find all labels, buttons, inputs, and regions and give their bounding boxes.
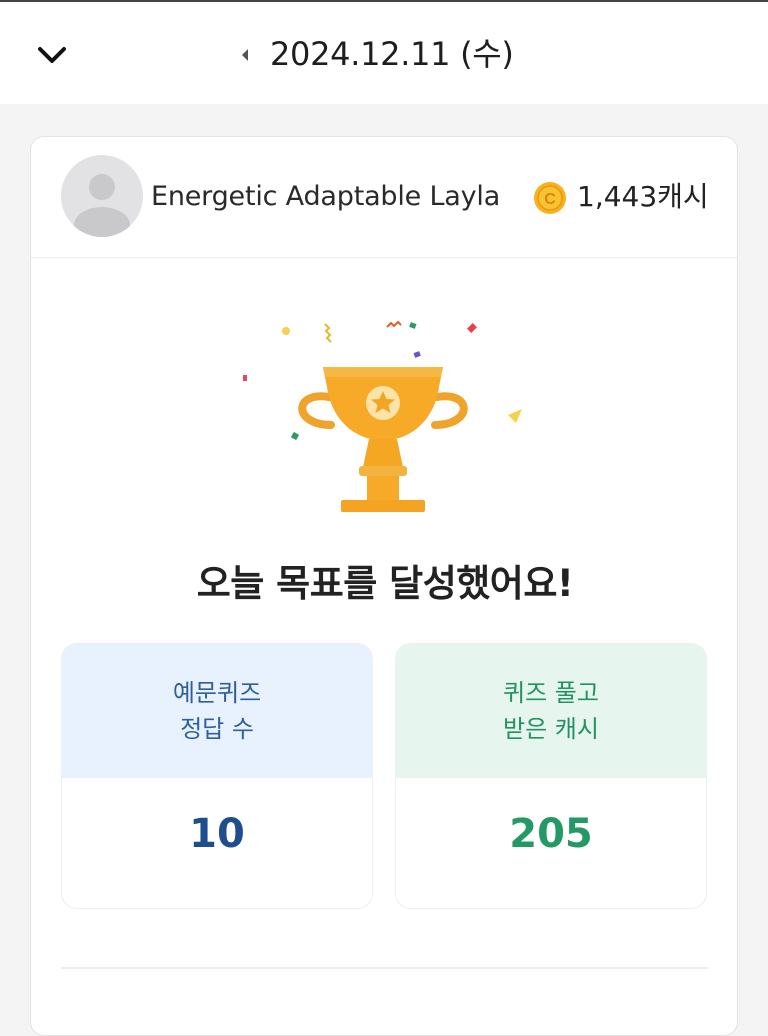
- cash-amount: 1,443캐시: [577, 180, 709, 213]
- earned-cash-value: 205: [509, 811, 593, 857]
- date-label: 2024.12.11 (수): [270, 35, 514, 73]
- top-bar: 2024.12.11 (수): [0, 0, 768, 104]
- stat-label-line1: 예문퀴즈: [172, 679, 262, 707]
- stat-label-line2: 정답 수: [180, 715, 254, 743]
- profile-row: Energetic Adaptable Layla C 1,443캐시: [31, 137, 737, 258]
- divider: [61, 967, 709, 969]
- trophy-icon: [243, 320, 522, 512]
- user-name: Energetic Adaptable Layla: [151, 181, 501, 212]
- correct-answers-value: 10: [189, 811, 245, 857]
- svg-text:C: C: [544, 191, 556, 208]
- goal-achieved-title: 오늘 목표를 달성했어요!: [196, 562, 574, 605]
- coin-icon: C: [533, 181, 567, 215]
- correct-answers-label: 예문퀴즈 정답 수: [62, 644, 372, 778]
- caret-left-icon[interactable]: [238, 44, 252, 66]
- earned-cash-card: 퀴즈 풀고 받은 캐시 205: [395, 643, 707, 909]
- goal-card: Energetic Adaptable Layla C 1,443캐시 오늘 목…: [30, 136, 738, 1036]
- stat-label-line1: 퀴즈 풀고: [503, 679, 599, 707]
- correct-answers-card: 예문퀴즈 정답 수 10: [61, 643, 373, 909]
- trophy-illustration: [31, 307, 737, 527]
- earned-cash-label: 퀴즈 풀고 받은 캐시: [396, 644, 706, 778]
- user-avatar-icon: [61, 155, 143, 237]
- chevron-down-icon[interactable]: [34, 40, 70, 70]
- stat-label-line2: 받은 캐시: [503, 715, 599, 743]
